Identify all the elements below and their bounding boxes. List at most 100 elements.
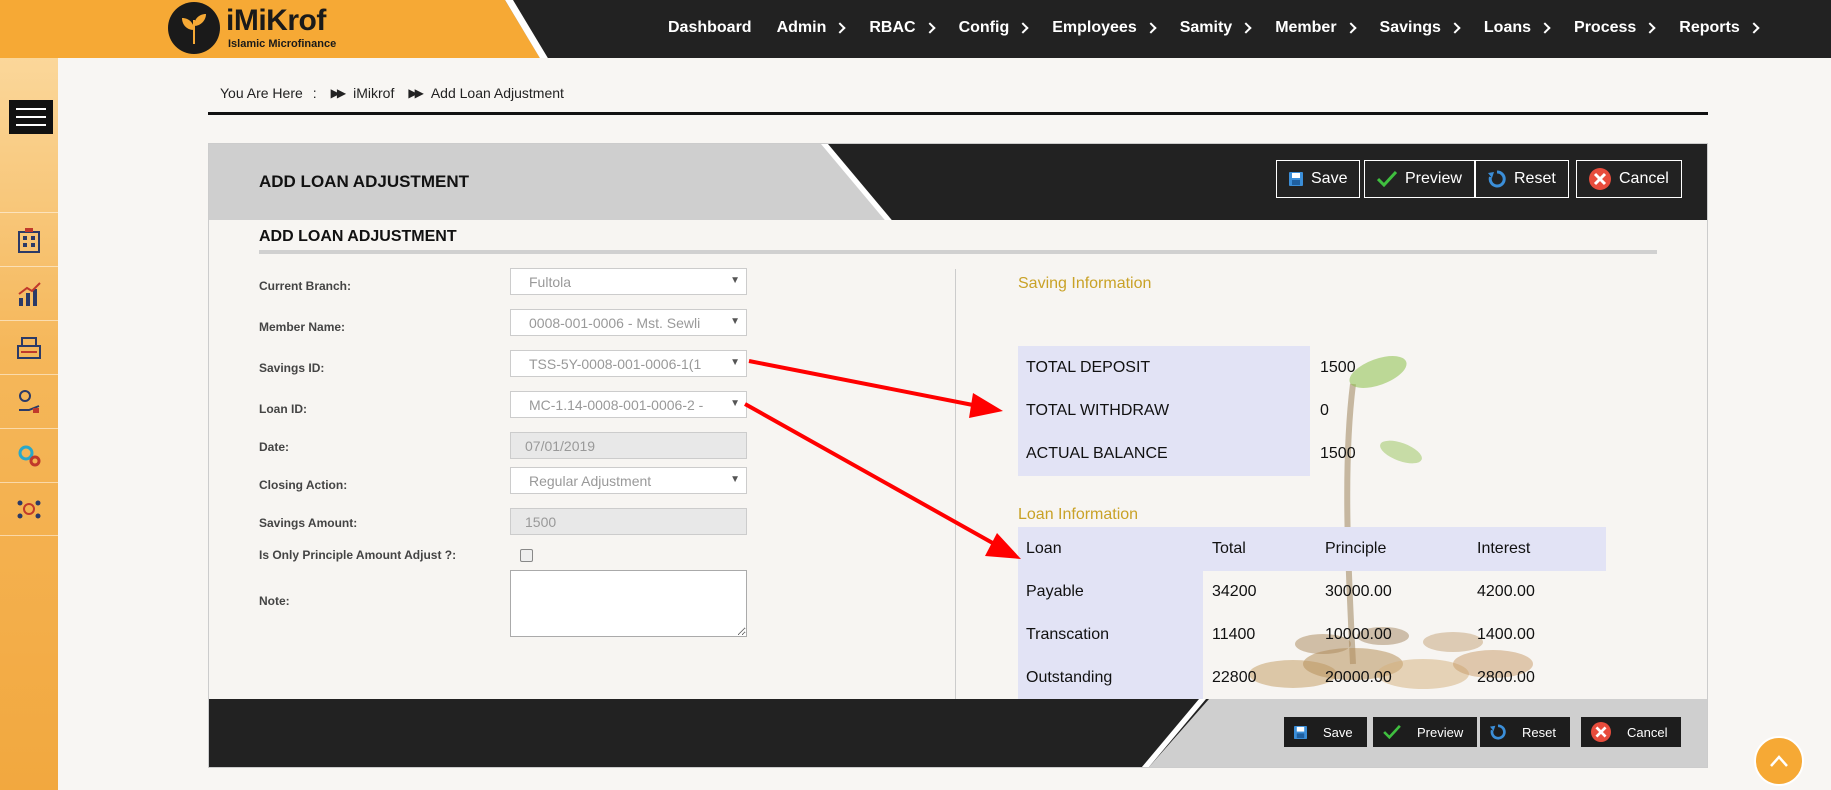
reset-label: Reset	[1514, 170, 1556, 187]
footer-preview-button[interactable]: Preview	[1373, 717, 1478, 747]
breadcrumb-divider	[208, 112, 1708, 115]
loan-table-header: Total	[1212, 540, 1246, 557]
loan-table-cell: 4200.00	[1477, 583, 1535, 600]
chevron-right-icon	[1344, 22, 1357, 34]
chart-icon[interactable]	[0, 266, 58, 320]
nav-label: Samity	[1179, 19, 1233, 36]
closing-action-label: Closing Action:	[259, 478, 348, 492]
nav-label: Employees	[1052, 19, 1137, 36]
nav-label: Reports	[1679, 19, 1740, 36]
nav-employees[interactable]: Employees	[1052, 19, 1157, 37]
loan-info-title: Loan Information	[1018, 506, 1139, 523]
preview-label: Preview	[1405, 170, 1462, 187]
loan-table-cell: Transcation	[1026, 626, 1109, 643]
nav-process[interactable]: Process	[1574, 19, 1656, 37]
nav-admin[interactable]: Admin	[776, 19, 847, 37]
saving-info-value: 1500	[1320, 445, 1356, 462]
nav-loans[interactable]: Loans	[1483, 19, 1551, 37]
closing-action-select[interactable]: Regular Adjustment ▼	[510, 467, 747, 494]
saving-info-label: ACTUAL BALANCE	[1026, 445, 1168, 462]
nav-samity[interactable]: Samity	[1179, 19, 1252, 37]
nav-member[interactable]: Member	[1275, 19, 1357, 37]
reset-button[interactable]: Reset	[1475, 160, 1569, 198]
savings-amount-field[interactable]: 1500	[510, 508, 747, 535]
cancel-button[interactable]: Cancel	[1576, 160, 1682, 198]
principle-only-checkbox[interactable]	[520, 549, 533, 562]
breadcrumb-link-home[interactable]: iMikrof	[353, 85, 394, 101]
nav-reports[interactable]: Reports	[1679, 19, 1760, 37]
saving-info-value: 1500	[1320, 359, 1356, 376]
nav-label: Admin	[776, 19, 827, 36]
nav-dashboard[interactable]: Dashboard	[668, 19, 752, 37]
sidebar	[0, 58, 58, 790]
date-field[interactable]: 07/01/2019	[510, 432, 747, 459]
refresh-icon	[1488, 170, 1506, 188]
hamburger-menu-button[interactable]	[9, 100, 53, 134]
loan-table-cell: 10000.00	[1325, 626, 1392, 643]
cash-register-icon[interactable]	[0, 320, 58, 374]
dropdown-arrow-icon: ▼	[730, 275, 740, 286]
current-branch-select[interactable]: Fultola ▼	[510, 268, 747, 295]
chevron-right-icon	[834, 22, 847, 34]
floppy-disk-icon	[1294, 725, 1307, 739]
save-label: Save	[1311, 170, 1348, 187]
close-circle-icon	[1591, 722, 1611, 742]
savings-id-select[interactable]: TSS-5Y-0008-001-0006-1(1 ▼	[510, 350, 747, 377]
chevron-right-icon	[1539, 22, 1551, 34]
savings-amount-value: 1500	[525, 514, 557, 530]
chevron-right-icon	[1644, 22, 1656, 34]
loan-adjustment-panel: ADD LOAN ADJUSTMENT Save Preview Reset C…	[208, 143, 1708, 768]
note-textarea[interactable]	[510, 570, 747, 637]
cancel-label: Cancel	[1619, 170, 1669, 187]
loan-table-header: Interest	[1477, 540, 1531, 557]
close-circle-icon	[1589, 168, 1611, 190]
dropdown-arrow-icon: ▼	[730, 398, 740, 409]
settings-people-icon[interactable]	[0, 482, 58, 536]
gears-icon[interactable]	[0, 428, 58, 482]
floppy-disk-icon	[1289, 172, 1303, 186]
dropdown-arrow-icon: ▼	[730, 357, 740, 368]
chevron-right-icon	[1017, 22, 1029, 34]
dropdown-arrow-icon: ▼	[730, 316, 740, 327]
reset-label: Reset	[1522, 724, 1556, 740]
savings-amount-label: Savings Amount:	[259, 516, 358, 530]
hand-money-icon[interactable]	[0, 374, 58, 428]
checkmark-icon	[1377, 171, 1397, 187]
savings-id-value: TSS-5Y-0008-001-0006-1(1	[529, 356, 702, 372]
double-chevron-icon: ▶▶	[408, 86, 424, 100]
brand-title[interactable]: iMiKrof	[226, 4, 326, 38]
building-icon[interactable]	[0, 212, 58, 266]
footer-save-button[interactable]: Save	[1284, 717, 1367, 747]
panel-header: ADD LOAN ADJUSTMENT Save Preview Reset C…	[209, 144, 1707, 220]
nav-savings[interactable]: Savings	[1380, 19, 1461, 37]
nav-label: Dashboard	[668, 19, 752, 36]
nav-label: RBAC	[869, 19, 916, 36]
scroll-to-top-button[interactable]	[1754, 736, 1804, 786]
chevron-right-icon	[1449, 22, 1461, 34]
nav-label: Loans	[1483, 19, 1532, 36]
principle-only-label: Is Only Principle Amount Adjust ?:	[259, 548, 457, 562]
loan-table-cell: 20000.00	[1325, 669, 1392, 686]
nav-rbac[interactable]: RBAC	[869, 19, 936, 37]
closing-action-value: Regular Adjustment	[529, 473, 652, 489]
nav-label: Process	[1574, 19, 1637, 36]
breadcrumb-prefix: You Are Here	[220, 85, 303, 101]
preview-button[interactable]: Preview	[1364, 160, 1475, 198]
loan-table-cell: 11400	[1212, 626, 1256, 643]
nav-config[interactable]: Config	[959, 19, 1029, 37]
page-title: ADD LOAN ADJUSTMENT	[259, 172, 469, 191]
date-value: 07/01/2019	[525, 438, 596, 454]
member-name-select[interactable]: 0008-001-0006 - Mst. Sewli ▼	[510, 309, 747, 336]
section-title: ADD LOAN ADJUSTMENT	[259, 228, 457, 245]
loan-table-cell: 22800	[1212, 669, 1257, 686]
loan-table-cell: 2800.00	[1477, 669, 1535, 686]
date-label: Date:	[259, 440, 290, 454]
logo-icon[interactable]	[168, 2, 220, 54]
save-button[interactable]: Save	[1276, 160, 1361, 198]
save-label: Save	[1323, 724, 1353, 740]
member-name-label: Member Name:	[259, 320, 346, 334]
breadcrumb: You Are Here : ▶▶ iMikrof ▶▶ Add Loan Ad…	[220, 85, 564, 101]
loan-id-select[interactable]: MC-1.14-0008-001-0006-2 - ▼	[510, 391, 747, 418]
footer-reset-button[interactable]: Reset	[1480, 717, 1570, 747]
footer-cancel-button[interactable]: Cancel	[1581, 717, 1682, 747]
